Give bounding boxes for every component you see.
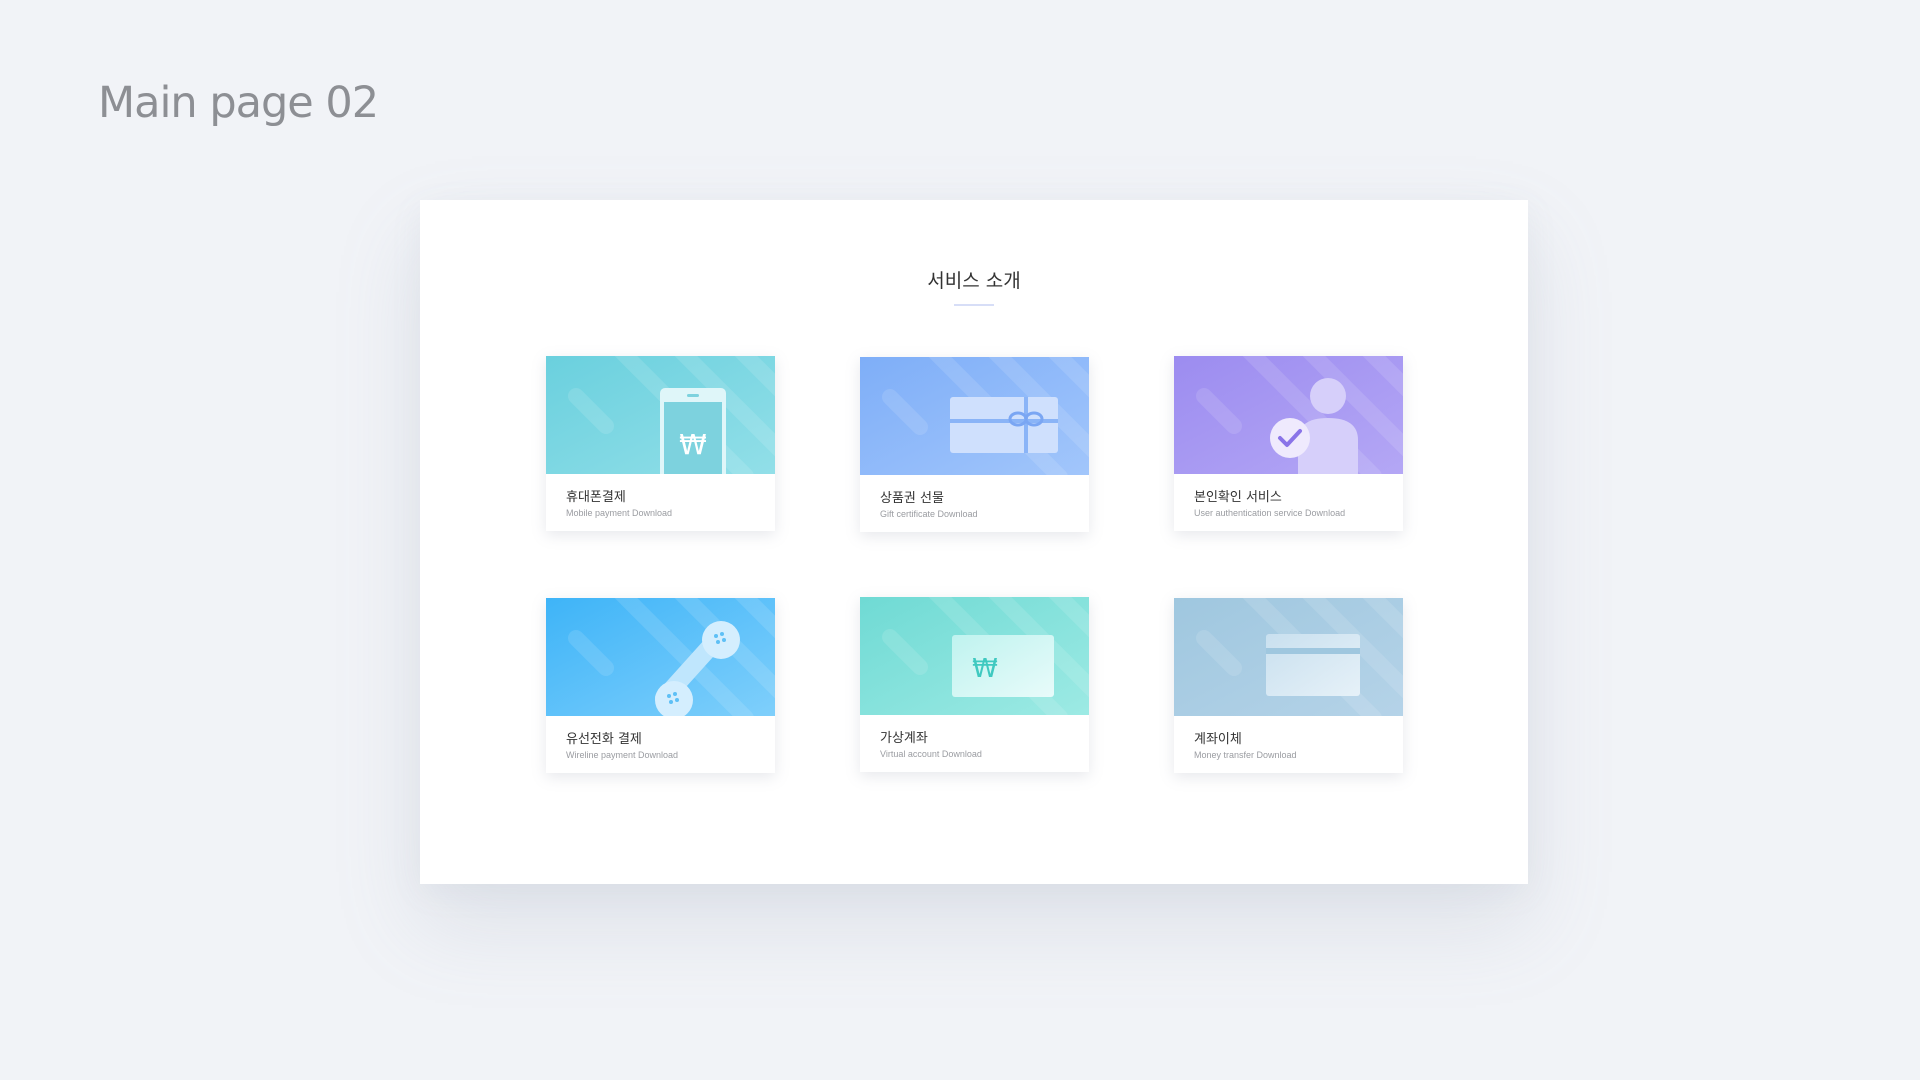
card-image [1174, 598, 1403, 716]
card-mobile-payment[interactable]: ₩ 휴대폰결제 Mobile payment Download [546, 356, 775, 531]
card-money-transfer[interactable]: 계좌이체 Money transfer Download [1174, 598, 1403, 773]
card-image: ₩ [860, 597, 1089, 715]
card-user-authentication[interactable]: 본인확인 서비스 User authentication service Dow… [1174, 356, 1403, 531]
card-title: 가상계좌 [880, 731, 928, 746]
won-card-icon: ₩ [952, 635, 1054, 697]
card-image [1174, 356, 1403, 474]
page-label: Main page 02 [98, 78, 379, 128]
card-subtitle: Wireline payment Download [566, 750, 679, 760]
card-image [860, 357, 1089, 475]
svg-text:₩: ₩ [972, 654, 998, 684]
card-subtitle: Money transfer Download [1194, 750, 1297, 760]
gift-card-icon [950, 397, 1058, 453]
card-title: 휴대폰결제 [566, 490, 626, 505]
card-subtitle: Gift certificate Download [880, 509, 978, 519]
mobile-phone-won-icon: ₩ [660, 388, 726, 474]
card-title: 본인확인 서비스 [1194, 490, 1282, 505]
title-underline [954, 304, 994, 306]
card-title: 계좌이체 [1194, 732, 1242, 747]
card-subtitle: Virtual account Download [880, 749, 982, 759]
card-image: ₩ [546, 356, 775, 474]
card-virtual-account[interactable]: ₩ 가상계좌 Virtual account Download [860, 597, 1089, 772]
service-panel: 서비스 소개 ₩ 휴대폰결제 Mobile payment Download 상… [420, 200, 1528, 884]
card-subtitle: User authentication service Download [1194, 508, 1346, 518]
section-title: 서비스 소개 [927, 270, 1021, 292]
card-gift-certificate[interactable]: 상품권 선물 Gift certificate Download [860, 357, 1089, 532]
card-subtitle: Mobile payment Download [566, 508, 673, 518]
card-title: 상품권 선물 [880, 491, 944, 506]
card-title: 유선전화 결제 [566, 732, 642, 747]
bank-card-icon [1266, 634, 1360, 696]
card-image [546, 598, 775, 716]
svg-text:₩: ₩ [679, 428, 707, 461]
card-wireline-payment[interactable]: 유선전화 결제 Wireline payment Download [546, 598, 775, 773]
